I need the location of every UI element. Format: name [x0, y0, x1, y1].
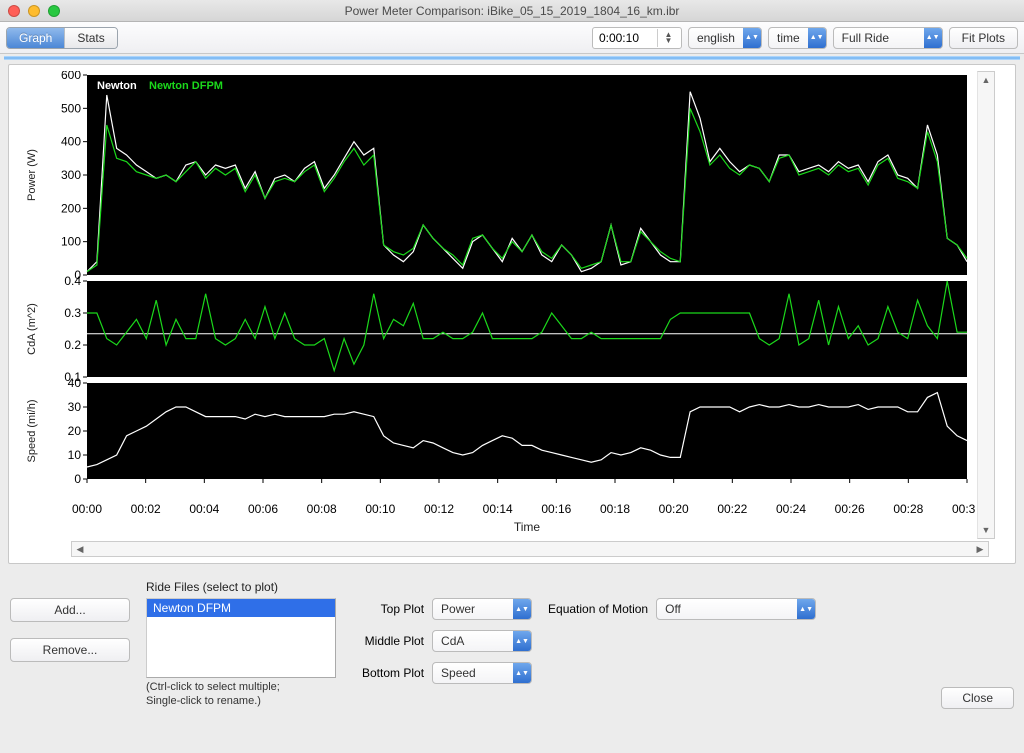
range-select-label: Full Ride [834, 31, 924, 45]
time-stepper[interactable]: 0:00:10 ▲▼ [592, 27, 682, 49]
svg-text:600: 600 [61, 71, 81, 82]
plot-horizontal-scrollbar[interactable]: ◀ ▶ [71, 541, 989, 557]
top-plot-label: Top Plot [362, 602, 424, 616]
language-select-label: english [689, 31, 743, 45]
svg-text:00:30: 00:30 [952, 502, 975, 516]
bottom-plot-label: Bottom Plot [362, 666, 424, 680]
svg-text:00:04: 00:04 [189, 502, 219, 516]
middle-plot-select[interactable]: CdA ▲▼ [432, 630, 532, 652]
svg-text:Newton: Newton [97, 80, 137, 92]
svg-text:00:00: 00:00 [72, 502, 102, 516]
stepper-arrow-icon[interactable]: ▲▼ [657, 29, 675, 47]
svg-text:500: 500 [61, 101, 81, 115]
plot-canvas: 0 100 200 300 400 500 600 Power (W) Newton Newton… [15, 71, 975, 539]
svg-text:00:06: 00:06 [248, 502, 278, 516]
select-arrows-icon: ▲▼ [924, 28, 942, 48]
svg-text:Newton DFPM: Newton DFPM [149, 80, 223, 92]
svg-text:Power (W): Power (W) [26, 149, 38, 201]
select-arrows-icon: ▲▼ [513, 631, 531, 651]
svg-text:100: 100 [61, 235, 81, 249]
hint-line-1: (Ctrl-click to select multiple; [146, 681, 280, 693]
svg-text:200: 200 [61, 201, 81, 215]
svg-text:40: 40 [68, 376, 82, 390]
language-select[interactable]: english ▲▼ [688, 27, 762, 49]
close-button[interactable]: Close [941, 687, 1014, 709]
scroll-left-icon[interactable]: ◀ [72, 542, 88, 556]
title-bar: Power Meter Comparison: iBike_05_15_2019… [0, 0, 1024, 22]
top-plot-select[interactable]: Power ▲▼ [432, 598, 532, 620]
ride-files-header: Ride Files (select to plot) [146, 580, 346, 594]
svg-text:00:24: 00:24 [776, 502, 806, 516]
select-arrows-icon: ▲▼ [743, 28, 761, 48]
zoom-window-icon[interactable] [48, 5, 60, 17]
tab-stats[interactable]: Stats [65, 28, 116, 48]
range-select[interactable]: Full Ride ▲▼ [833, 27, 943, 49]
select-arrows-icon: ▲▼ [808, 28, 826, 48]
svg-text:CdA (m^2): CdA (m^2) [26, 303, 38, 355]
equation-of-motion-select[interactable]: Off ▲▼ [656, 598, 816, 620]
equation-of-motion-label: Equation of Motion [548, 602, 648, 616]
svg-text:00:26: 00:26 [835, 502, 865, 516]
svg-text:Speed (mi/h): Speed (mi/h) [26, 400, 38, 463]
svg-text:0.4: 0.4 [64, 274, 81, 288]
svg-text:0.2: 0.2 [64, 338, 81, 352]
svg-text:00:18: 00:18 [600, 502, 630, 516]
remove-button[interactable]: Remove... [10, 638, 130, 662]
axis-mode-select[interactable]: time ▲▼ [768, 27, 827, 49]
bottom-controls: Add... Remove... Ride Files (select to p… [0, 568, 1024, 719]
ride-files-list[interactable]: Newton DFPM [146, 598, 336, 678]
minimize-window-icon[interactable] [28, 5, 40, 17]
svg-text:00:08: 00:08 [307, 502, 337, 516]
plot-vertical-scrollbar[interactable]: ▲ ▼ [977, 71, 995, 539]
select-arrows-icon: ▲▼ [513, 599, 531, 619]
svg-text:Time: Time [514, 520, 541, 534]
svg-text:00:16: 00:16 [541, 502, 571, 516]
svg-text:00:10: 00:10 [365, 502, 395, 516]
bottom-plot-select[interactable]: Speed ▲▼ [432, 662, 532, 684]
tab-graph[interactable]: Graph [7, 28, 65, 48]
plot-panel: 0 100 200 300 400 500 600 Power (W) Newton Newton… [8, 64, 1016, 564]
svg-text:00:20: 00:20 [659, 502, 689, 516]
svg-text:0.3: 0.3 [64, 306, 81, 320]
svg-text:0: 0 [74, 472, 81, 486]
svg-text:30: 30 [68, 400, 82, 414]
fit-plots-button[interactable]: Fit Plots [949, 27, 1018, 49]
scroll-up-icon[interactable]: ▲ [978, 72, 994, 88]
divider [4, 56, 1020, 60]
svg-text:20: 20 [68, 424, 82, 438]
svg-text:00:02: 00:02 [131, 502, 161, 516]
window-controls [8, 5, 60, 17]
svg-text:00:28: 00:28 [893, 502, 923, 516]
select-arrows-icon: ▲▼ [513, 663, 531, 683]
middle-plot-label: Middle Plot [362, 634, 424, 648]
hint-line-2: Single-click to rename.) [146, 695, 261, 707]
svg-text:00:14: 00:14 [483, 502, 513, 516]
svg-text:00:12: 00:12 [424, 502, 454, 516]
window-title: Power Meter Comparison: iBike_05_15_2019… [0, 4, 1024, 18]
scroll-right-icon[interactable]: ▶ [972, 542, 988, 556]
axis-mode-label: time [769, 31, 808, 45]
svg-text:10: 10 [68, 448, 82, 462]
close-window-icon[interactable] [8, 5, 20, 17]
svg-text:00:22: 00:22 [717, 502, 747, 516]
view-tabs: Graph Stats [6, 27, 118, 49]
select-arrows-icon: ▲▼ [797, 599, 815, 619]
time-stepper-value: 0:00:10 [599, 31, 639, 45]
list-item[interactable]: Newton DFPM [147, 599, 335, 617]
svg-text:300: 300 [61, 168, 81, 182]
svg-text:400: 400 [61, 135, 81, 149]
add-button[interactable]: Add... [10, 598, 130, 622]
scroll-down-icon[interactable]: ▼ [978, 522, 994, 538]
toolbar: Graph Stats 0:00:10 ▲▼ english ▲▼ time ▲… [0, 22, 1024, 54]
